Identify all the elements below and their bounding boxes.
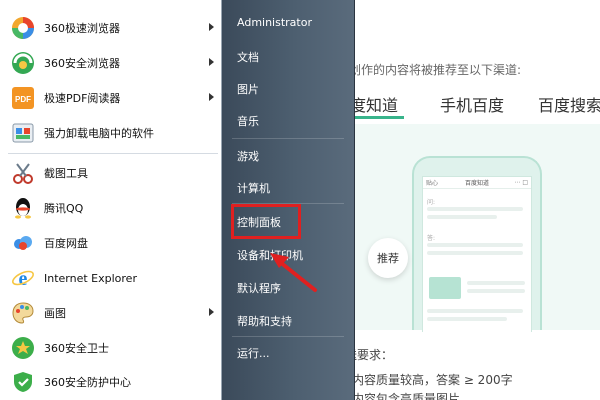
phone-line: [467, 281, 525, 285]
phone-question-label: 问:: [427, 199, 436, 206]
qq-icon: [10, 195, 36, 221]
uninstaller-icon: [10, 120, 36, 146]
menu-divider: [8, 153, 218, 154]
menu-item-pictures[interactable]: 图片: [237, 81, 259, 97]
app-label: 360安全浏览器: [44, 57, 120, 70]
paint-icon: [10, 300, 36, 326]
app-label: 360安全防护中心: [44, 376, 131, 389]
app-snipping-tool[interactable]: 截图工具: [6, 157, 218, 189]
app-360-safe-browser[interactable]: 360安全浏览器: [6, 47, 218, 79]
start-menu-places: Administrator 文档 图片 音乐 游戏 计算机 控制面板 设备和打印…: [222, 0, 355, 400]
app-label: 极速PDF阅读器: [44, 92, 121, 105]
menu-item-administrator[interactable]: Administrator: [237, 16, 312, 29]
phone-screen: 贴心 百度知道 ⋯ □ 问: 答:: [422, 176, 532, 332]
phone-bar-left: 贴心: [426, 180, 439, 187]
menu-item-games[interactable]: 游戏: [237, 148, 259, 164]
menu-divider: [232, 138, 344, 139]
app-label: 360极速浏览器: [44, 22, 120, 35]
internet-explorer-icon: e: [10, 265, 36, 291]
tab-baidu-zhidao[interactable]: 度知道: [350, 92, 398, 116]
app-label: 画图: [44, 307, 66, 320]
360-security-guard-icon: [10, 335, 36, 361]
phone-line: [427, 251, 523, 255]
snipping-tool-icon: [10, 160, 36, 186]
requirement-line: 内容包含高质量图片: [352, 392, 461, 400]
phone-line: [427, 243, 523, 247]
requirement-line: 内容质量较高，答案 ≥ 200字: [352, 373, 513, 387]
menu-item-computer[interactable]: 计算机: [237, 180, 270, 196]
app-paint[interactable]: 画图: [6, 297, 218, 329]
360-safe-browser-icon: [10, 50, 36, 76]
app-label: 腾讯QQ: [44, 202, 84, 215]
phone-line: [427, 215, 497, 219]
360-speed-browser-icon: [10, 15, 36, 41]
phone-illustration: 贴心 百度知道 ⋯ □ 问: 答: 推荐: [350, 124, 600, 332]
menu-divider: [232, 336, 344, 337]
phone-image-placeholder: [429, 277, 461, 299]
menu-item-default-programs[interactable]: 默认程序: [237, 280, 281, 296]
app-360-security-guard[interactable]: 360安全卫士: [6, 332, 218, 364]
pdf-reader-icon: PDF: [10, 85, 36, 111]
submenu-arrow-icon: [209, 308, 214, 316]
app-label: 360安全卫士: [44, 342, 109, 355]
app-pdf-reader[interactable]: PDF 极速PDF阅读器: [6, 82, 218, 114]
submenu-arrow-icon: [209, 23, 214, 31]
menu-item-help-support[interactable]: 帮助和支持: [237, 313, 292, 329]
submenu-arrow-icon: [209, 93, 214, 101]
phone-answer-label: 答:: [427, 235, 436, 242]
app-360-speed-browser[interactable]: 360极速浏览器: [6, 12, 218, 44]
baidu-netdisk-icon: [10, 230, 36, 256]
tab-mobile-baidu[interactable]: 手机百度: [440, 92, 504, 116]
start-menu-programs: 360极速浏览器 360安全浏览器 PDF 极速PDF阅读器 强力卸载电脑中的软…: [0, 0, 222, 400]
phone-frame: 贴心 百度知道 ⋯ □ 问: 答:: [412, 156, 542, 332]
tab-baidu-search[interactable]: 百度搜索: [538, 92, 600, 116]
app-uninstaller[interactable]: 强力卸载电脑中的软件: [6, 117, 218, 149]
recommend-notice: 您创作的内容将被推荐至以下渠道:: [337, 63, 522, 77]
submenu-arrow-icon: [209, 58, 214, 66]
svg-text:PDF: PDF: [15, 95, 31, 104]
app-360-protection-center[interactable]: 360安全防护中心: [6, 366, 218, 398]
app-label: Internet Explorer: [44, 271, 137, 285]
phone-line: [427, 309, 523, 313]
phone-line: [427, 317, 507, 321]
active-tab-underline: [352, 116, 404, 119]
360-protection-center-icon: [10, 369, 36, 395]
phone-app-bar: 贴心 百度知道 ⋯ □: [423, 177, 531, 189]
app-label: 强力卸载电脑中的软件: [44, 127, 154, 140]
app-internet-explorer[interactable]: e Internet Explorer: [6, 262, 218, 294]
phone-app-title: 百度知道: [464, 180, 489, 187]
app-baidu-netdisk[interactable]: 百度网盘: [6, 227, 218, 259]
menu-item-music[interactable]: 音乐: [237, 113, 259, 129]
channel-tabs: 度知道 手机百度 百度搜索: [350, 92, 600, 122]
app-label: 截图工具: [44, 167, 88, 180]
app-label: 百度网盘: [44, 237, 88, 250]
phone-line: [427, 207, 523, 211]
app-qq[interactable]: 腾讯QQ: [6, 192, 218, 224]
recommend-badge: 推荐: [368, 238, 408, 278]
menu-item-devices-printers[interactable]: 设备和打印机: [237, 247, 303, 263]
phone-bar-right: ⋯ □: [514, 179, 528, 186]
control-panel-highlight-box: [231, 204, 301, 239]
menu-item-documents[interactable]: 文档: [237, 49, 259, 65]
phone-line: [467, 289, 525, 293]
menu-item-run[interactable]: 运行...: [237, 345, 270, 361]
